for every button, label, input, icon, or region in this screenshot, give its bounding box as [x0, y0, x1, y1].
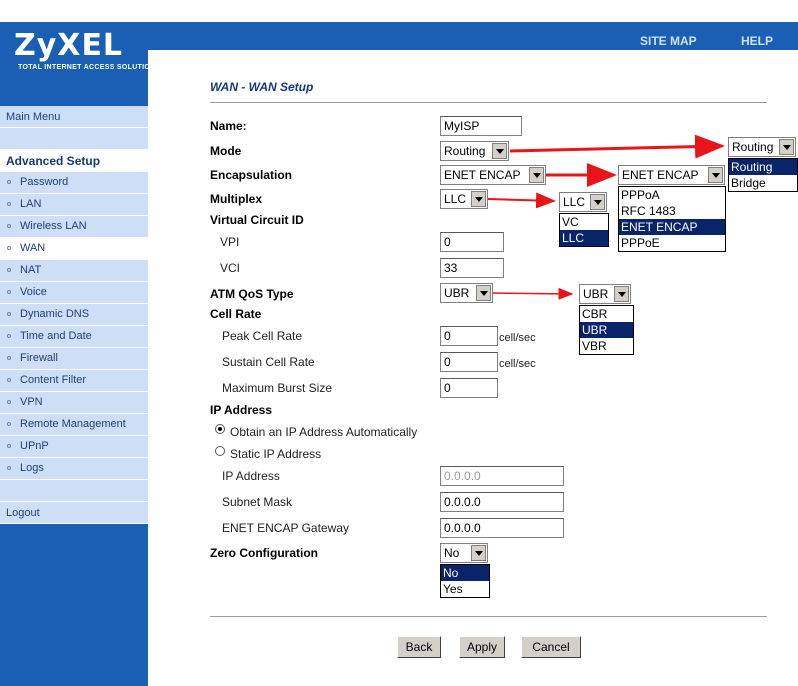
option-routing[interactable]: Routing — [729, 159, 797, 175]
option-llc[interactable]: LLC — [560, 230, 608, 246]
mode-arrow — [509, 134, 725, 159]
multiplex-options[interactable]: VC LLC — [559, 213, 609, 247]
mode-options[interactable]: Routing Bridge — [728, 158, 798, 192]
mode-select-expanded[interactable]: Routing — [728, 137, 796, 157]
option-vc[interactable]: VC — [560, 214, 608, 230]
chevron-down-icon — [779, 139, 794, 155]
option-cbr[interactable]: CBR — [580, 306, 633, 322]
atm-qos-arrow — [492, 287, 574, 300]
atm-qos-expanded-value: UBR — [583, 287, 609, 301]
mode-expanded-value: Routing — [732, 140, 774, 154]
encapsulation-options[interactable]: PPPoA RFC 1483 ENET ENCAP PPPoE — [618, 186, 726, 252]
multiplex-expanded-value: LLC — [563, 195, 586, 209]
annotation-arrows — [487, 134, 725, 300]
chevron-down-icon — [590, 194, 605, 210]
atm-qos-select-expanded[interactable]: UBR — [579, 284, 631, 304]
multiplex-arrow — [487, 192, 556, 209]
option-bridge[interactable]: Bridge — [729, 175, 797, 191]
option-ubr[interactable]: UBR — [580, 322, 633, 338]
option-vbr[interactable]: VBR — [580, 338, 633, 354]
option-rfc-1483[interactable]: RFC 1483 — [619, 203, 725, 219]
option-pppoe[interactable]: PPPoE — [619, 235, 725, 251]
option-enet-encap[interactable]: ENET ENCAP — [619, 219, 725, 235]
option-pppoa[interactable]: PPPoA — [619, 187, 725, 203]
chevron-down-icon — [708, 167, 723, 183]
atm-qos-options[interactable]: CBR UBR VBR — [579, 305, 634, 355]
multiplex-select-expanded[interactable]: LLC — [559, 192, 607, 212]
encapsulation-select-expanded[interactable]: ENET ENCAP — [618, 165, 725, 185]
chevron-down-icon — [614, 286, 629, 302]
encapsulation-expanded-value: ENET ENCAP — [622, 168, 699, 182]
